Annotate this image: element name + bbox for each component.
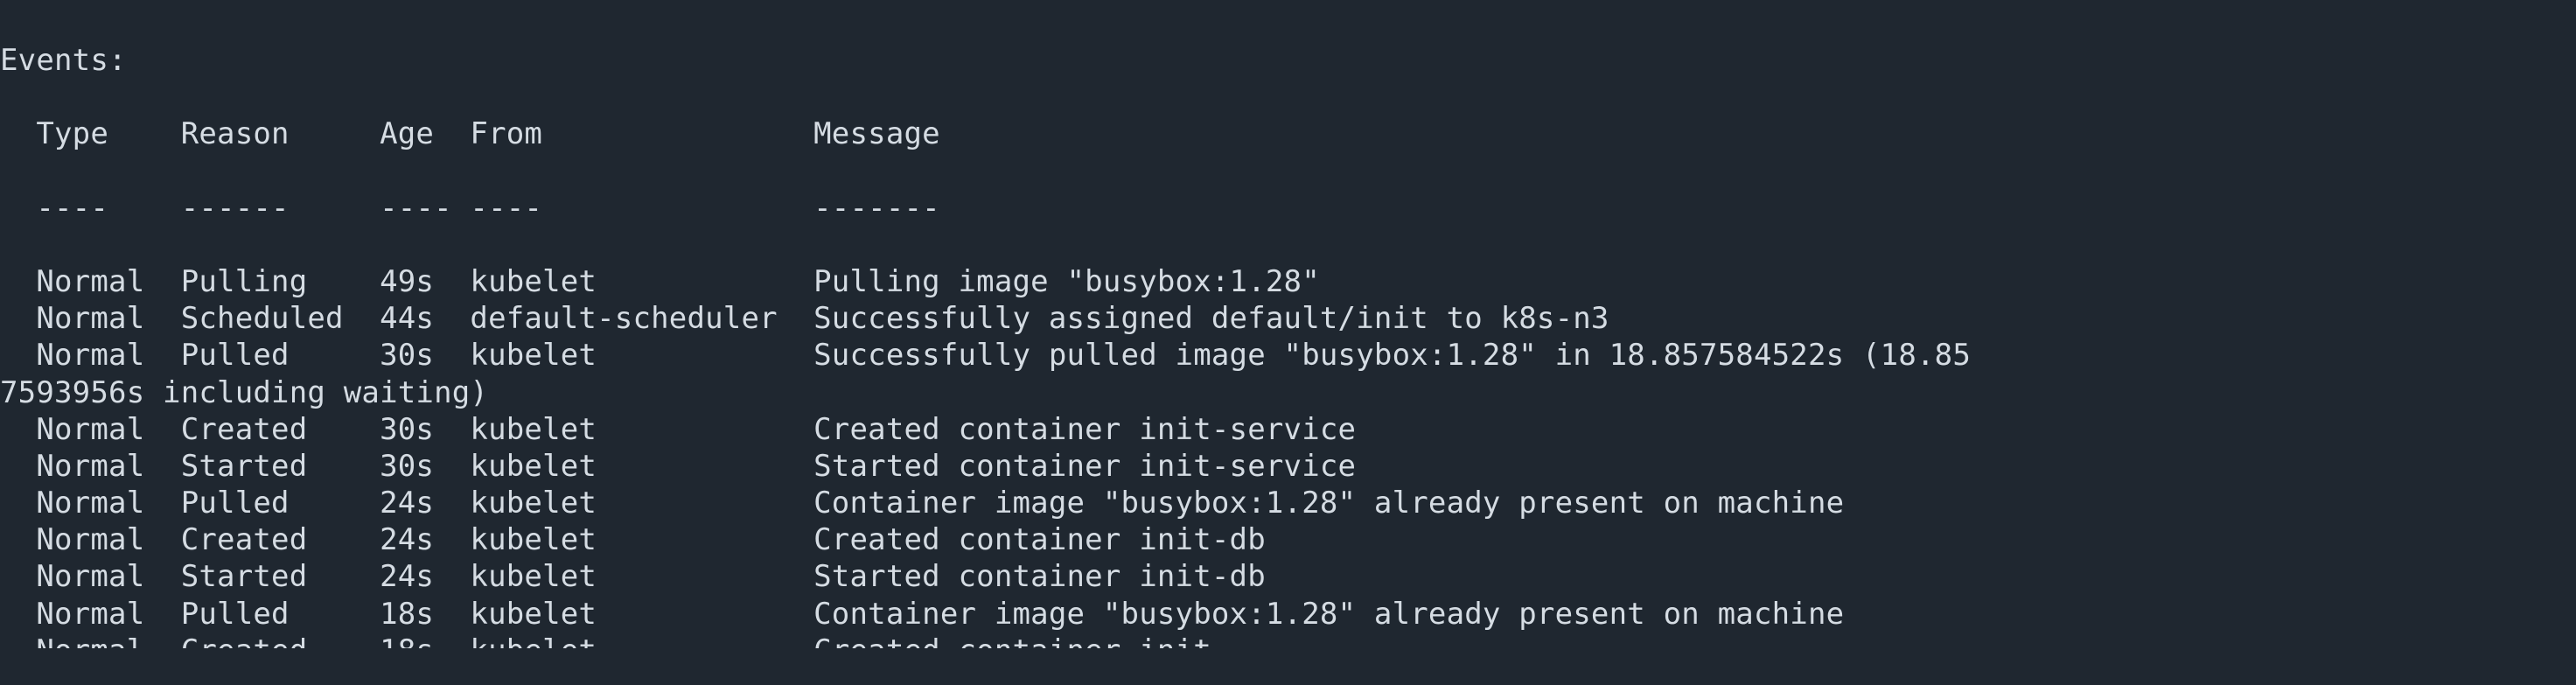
event-row: Normal Created 24s kubelet Created conta…: [0, 521, 2576, 558]
events-column-header: Type Reason Age From Message: [0, 115, 2576, 152]
events-header: Events:: [0, 42, 2576, 79]
event-row: Normal Created 18s kubelet Created conta…: [0, 633, 2576, 648]
event-row: Normal Created 30s kubelet Created conta…: [0, 411, 2576, 448]
terminal-output: Events: Type Reason Age From Message ---…: [0, 0, 2576, 685]
events-column-underline: ---- ------ ---- ---- -------: [0, 190, 2576, 227]
event-row: Normal Started 30s kubelet Started conta…: [0, 448, 2576, 485]
event-row: Normal Scheduled 44s default-scheduler S…: [0, 300, 2576, 337]
events-header-text: Events:: [0, 43, 127, 78]
event-row: Normal Pulled 24s kubelet Container imag…: [0, 485, 2576, 521]
event-row: Normal Pulled 18s kubelet Container imag…: [0, 596, 2576, 633]
event-row: Normal Pulled 30s kubelet Successfully p…: [0, 337, 2576, 374]
event-row-wrap: 7593956s including waiting): [0, 374, 2576, 411]
event-row: Normal Started 24s kubelet Started conta…: [0, 558, 2576, 595]
event-row: Normal Pulling 49s kubelet Pulling image…: [0, 263, 2576, 300]
